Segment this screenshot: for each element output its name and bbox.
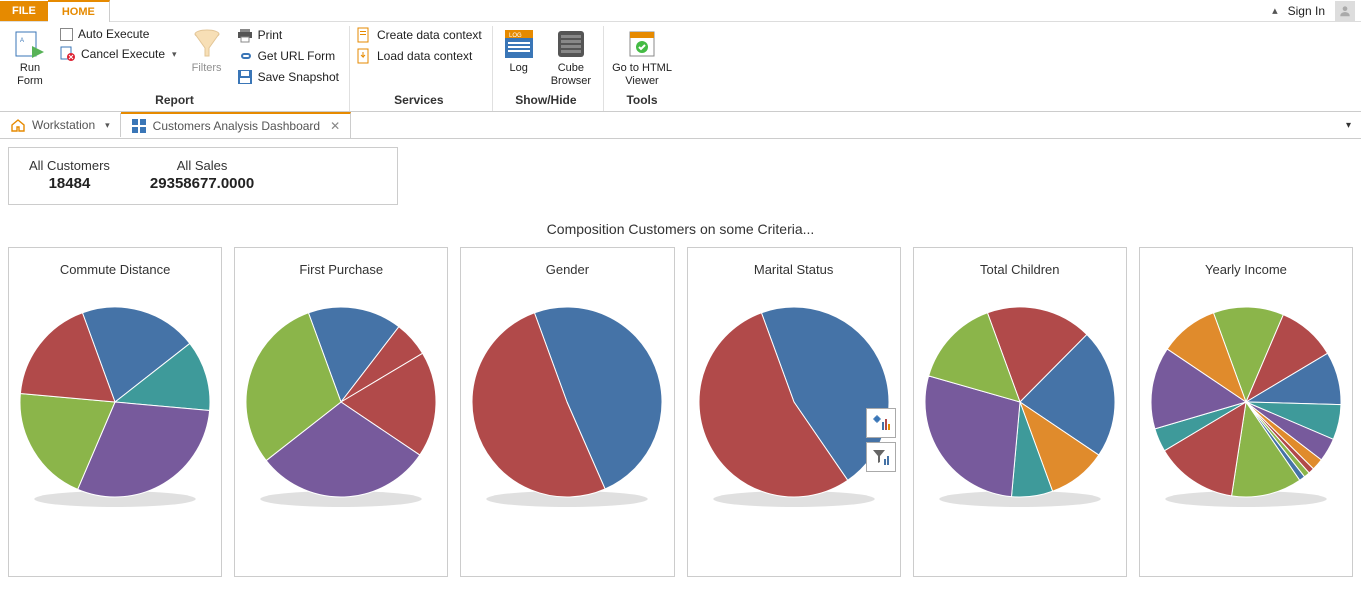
ribbon-group-label: Show/Hide (497, 90, 595, 109)
home-tab[interactable]: HOME (48, 0, 110, 22)
run-form-label: Run Form (17, 62, 43, 88)
html-viewer-icon (626, 28, 658, 60)
stats-panel: All Customers 18484 All Sales 29358677.0… (8, 147, 398, 205)
load-context-icon (356, 48, 372, 64)
filters-button[interactable]: Filters (185, 26, 229, 77)
log-icon: LOG (503, 28, 535, 60)
dashboard-icon (131, 118, 147, 134)
svg-text:A: A (20, 38, 24, 44)
load-data-context-button[interactable]: Load data context (354, 47, 484, 65)
create-data-context-button[interactable]: Create data context (354, 26, 484, 44)
chart-filter-button[interactable] (866, 442, 896, 472)
section-title: Composition Customers on some Criteria..… (8, 221, 1353, 237)
printer-icon (237, 27, 253, 43)
link-icon (237, 48, 253, 64)
chart-title: Commute Distance (60, 262, 171, 277)
ribbon-group-showhide: LOG Log Cube Browser Show/Hide (493, 26, 604, 111)
print-button[interactable]: Print (235, 26, 341, 44)
ribbon: A Run Form Auto Execute Cancel Execute ▾ (0, 22, 1361, 112)
ribbon-group-label: Tools (608, 90, 676, 109)
ribbon-group-tools: Go to HTML Viewer Tools (604, 26, 684, 111)
chart-grid: Commute Distance First Purchase Gender M… (8, 247, 1353, 577)
ribbon-group-label: Services (354, 90, 484, 109)
ribbon-group-report: A Run Form Auto Execute Cancel Execute ▾ (4, 26, 350, 111)
chart-title: Gender (546, 262, 589, 277)
chart-title: First Purchase (299, 262, 383, 277)
chart-settings-button[interactable] (866, 408, 896, 438)
avatar-icon[interactable] (1335, 1, 1355, 21)
log-button[interactable]: LOG Log (497, 26, 541, 77)
chart-card[interactable]: Marital Status (687, 247, 901, 577)
funnel-icon (191, 28, 223, 60)
document-tabs: Workstation ▾ Customers Analysis Dashboa… (0, 112, 1361, 139)
pie-chart (1151, 307, 1341, 497)
cube-browser-button[interactable]: Cube Browser (547, 26, 595, 90)
file-tab[interactable]: FILE (0, 1, 48, 21)
cancel-execute-button[interactable]: Cancel Execute ▾ (58, 45, 179, 63)
chart-title: Marital Status (754, 262, 833, 277)
chevron-down-icon: ▾ (172, 49, 177, 60)
chart-title: Total Children (980, 262, 1060, 277)
cube-icon (555, 28, 587, 60)
chart-title: Yearly Income (1205, 262, 1287, 277)
dashboard-body: All Customers 18484 All Sales 29358677.0… (0, 139, 1361, 585)
tab-dashboard[interactable]: Customers Analysis Dashboard ✕ (121, 112, 351, 138)
pie-chart (246, 307, 436, 497)
cancel-execute-icon (60, 46, 76, 62)
title-bar: FILE HOME ▴ Sign In (0, 0, 1361, 22)
chart-card[interactable]: Total Children (913, 247, 1127, 577)
save-snapshot-button[interactable]: Save Snapshot (235, 68, 341, 86)
checkbox-icon (60, 28, 73, 41)
sign-in-link[interactable]: Sign In (1288, 4, 1325, 18)
ribbon-group-label: Report (8, 90, 341, 109)
chart-card[interactable]: Gender (460, 247, 674, 577)
stat-all-sales: All Sales 29358677.0000 (150, 158, 254, 192)
run-form-button[interactable]: A Run Form (8, 26, 52, 90)
pie-chart (699, 307, 889, 497)
create-context-icon (356, 27, 372, 43)
svg-text:LOG: LOG (509, 33, 522, 39)
pie-chart (925, 307, 1115, 497)
chart-card[interactable]: First Purchase (234, 247, 448, 577)
pie-chart (472, 307, 662, 497)
get-url-form-button[interactable]: Get URL Form (235, 47, 341, 65)
chart-card[interactable]: Yearly Income (1139, 247, 1353, 577)
html-viewer-button[interactable]: Go to HTML Viewer (608, 26, 676, 90)
pie-chart (20, 307, 210, 497)
tab-workstation[interactable]: Workstation ▾ (0, 113, 121, 137)
ribbon-group-services: Create data context Load data context Se… (350, 26, 493, 111)
run-form-icon: A (14, 28, 46, 60)
tabs-dropdown[interactable]: ▾ (1336, 116, 1361, 135)
collapse-ribbon-icon[interactable]: ▴ (1272, 4, 1278, 17)
close-icon[interactable]: ✕ (330, 119, 340, 133)
home-icon (10, 117, 26, 133)
save-icon (237, 69, 253, 85)
stat-all-customers: All Customers 18484 (29, 158, 110, 192)
auto-execute-checkbox[interactable]: Auto Execute (58, 26, 179, 42)
chart-card[interactable]: Commute Distance (8, 247, 222, 577)
chevron-down-icon[interactable]: ▾ (105, 120, 110, 131)
